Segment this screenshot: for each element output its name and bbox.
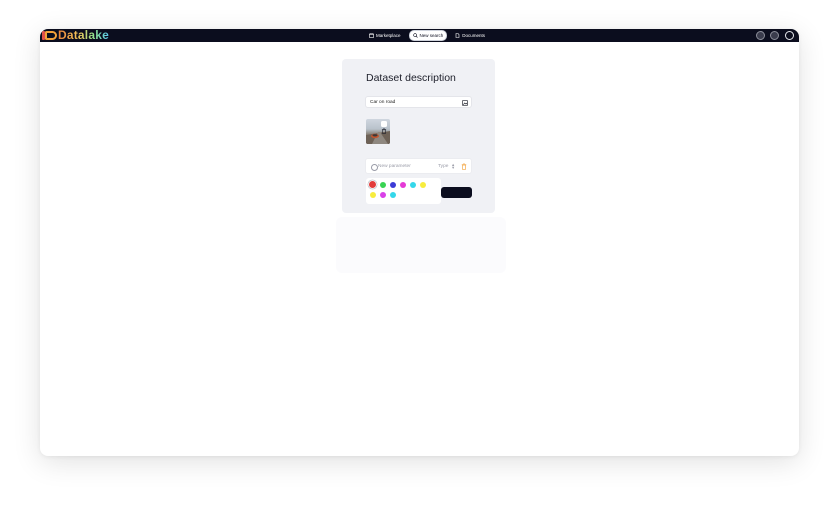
logo-text: Datalake [58,29,109,42]
app-window: Datalake Marketplace New search Document… [40,29,799,456]
main-nav: Marketplace New search Documents [366,30,488,41]
color-swatch[interactable] [390,192,396,198]
color-swatch[interactable] [369,181,376,188]
page-title: Dataset description [366,72,456,84]
color-swatch[interactable] [380,181,386,188]
parameter-name-placeholder: New parameter [378,164,411,169]
trash-icon[interactable] [461,163,467,170]
trash-icon [381,128,387,134]
top-bar: Datalake Marketplace New search Document… [40,29,799,42]
parameter-type-select[interactable]: Type [438,164,448,169]
color-swatch[interactable] [400,181,406,188]
uploaded-image-thumbnail[interactable] [366,119,390,144]
parameter-row[interactable]: New parameter Type ▴ ▾ [365,158,472,174]
search-icon [412,33,418,38]
logo[interactable]: Datalake [42,29,109,42]
logo-mark-icon [42,31,57,40]
submit-button[interactable] [441,187,472,198]
settings-icon[interactable] [756,31,765,40]
nav-new-search-label: New search [419,33,444,38]
notifications-icon[interactable] [770,31,779,40]
nav-documents[interactable]: Documents [452,31,488,40]
nav-marketplace-label: Marketplace [376,33,401,38]
thumbnail-delete-button[interactable] [381,121,387,134]
color-swatch[interactable] [420,181,426,188]
nav-documents-label: Documents [462,33,486,38]
color-swatch[interactable] [390,181,396,188]
nav-marketplace[interactable]: Marketplace [366,31,404,40]
image-upload-icon[interactable] [462,100,468,106]
background-panel [336,217,506,273]
color-swatch[interactable] [380,192,386,198]
store-icon [369,33,374,38]
search-input[interactable]: Car on road [365,96,472,108]
dataset-description-card: Dataset description Car on road New para… [342,59,495,213]
chevron-up-down-icon: ▴ ▾ [452,162,455,170]
document-icon [455,33,460,38]
user-avatar[interactable] [785,31,794,40]
search-input-value: Car on road [370,100,396,105]
color-swatch[interactable] [369,192,376,198]
parameter-radio[interactable] [371,164,378,171]
nav-new-search[interactable]: New search [408,30,448,41]
color-swatch[interactable] [410,181,416,188]
color-palette [366,178,441,204]
